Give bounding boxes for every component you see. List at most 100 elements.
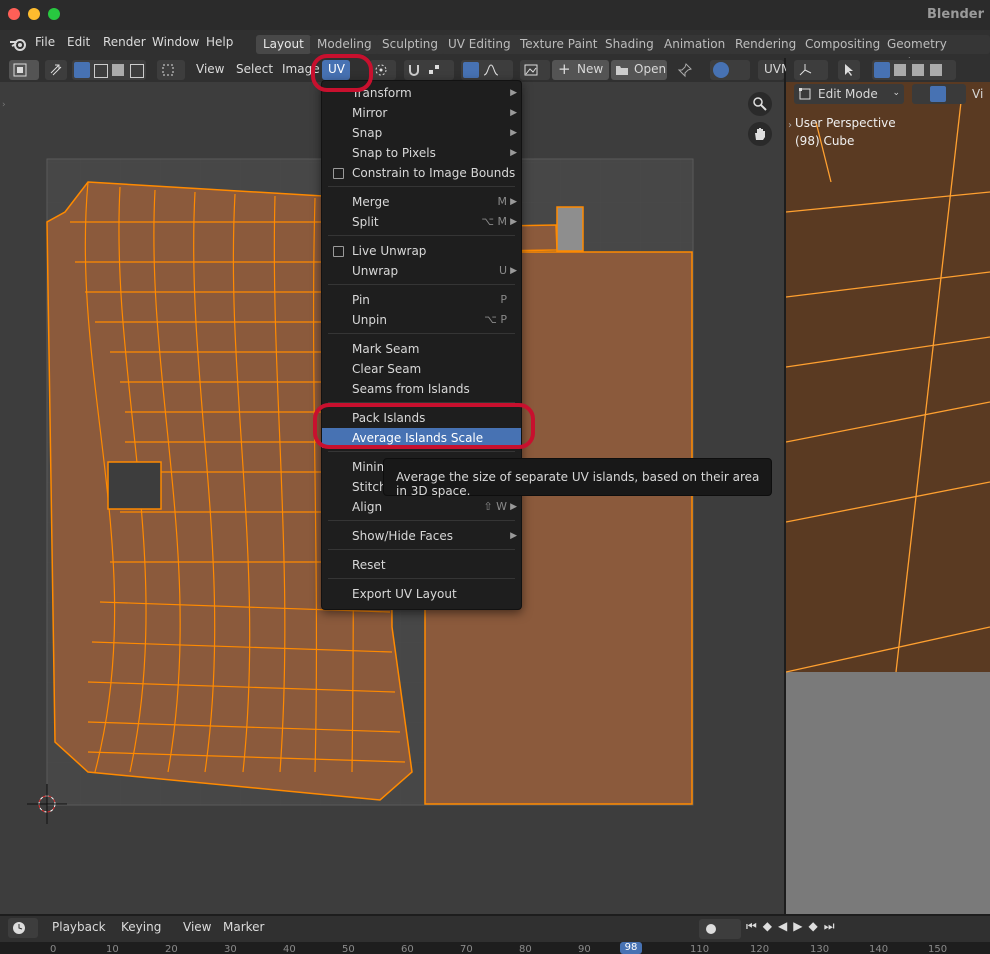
uv-menu-mark-seam[interactable]: Mark Seam (322, 339, 521, 359)
viewport-select-box-group[interactable] (872, 60, 956, 80)
timeline-editor-type-button[interactable] (8, 918, 38, 938)
tab-rendering[interactable]: Rendering (728, 35, 804, 54)
current-frame-indicator[interactable]: 98 (620, 942, 642, 954)
timeline-menu-playback[interactable]: Playback (52, 920, 106, 934)
uv-menu-unpin[interactable]: Unpin ⌥ P (322, 310, 521, 330)
tab-sculpting[interactable]: Sculpting (375, 35, 446, 54)
minimize-window-button[interactable] (28, 8, 40, 20)
new-image-button[interactable]: + New (552, 60, 609, 80)
menu-file[interactable]: File (35, 35, 55, 49)
uv-menu-seams-from-islands[interactable]: Seams from Islands (322, 379, 521, 399)
folder-icon (616, 66, 628, 75)
tooltip-text: Average the size of separate UV islands,… (396, 470, 760, 498)
tab-shading[interactable]: Shading (598, 35, 661, 54)
uv-menu-snap[interactable]: Snap ▶ (322, 123, 521, 143)
clock-icon (13, 922, 25, 934)
perspective-label: User Perspective (795, 116, 896, 130)
3d-viewport[interactable]: Edit Mode ⌄ Vi User Perspective (98) Cub… (786, 82, 990, 914)
vertex-select-icon[interactable] (74, 62, 90, 78)
face-select-icon[interactable] (112, 64, 124, 76)
ruler-tick: 80 (519, 944, 532, 954)
mesh-select-mode-group[interactable] (912, 84, 966, 104)
select-intersect-icon (930, 64, 942, 76)
auto-keying-button[interactable] (699, 919, 741, 939)
zoom-window-button[interactable] (48, 8, 60, 20)
menu-window[interactable]: Window (152, 35, 199, 49)
viewport-editor-type-button[interactable] (794, 60, 828, 80)
playback-controls[interactable]: ⏮◆◀▶◆⏭ (746, 919, 864, 939)
uv-menu-clear-seam[interactable]: Clear Seam (322, 359, 521, 379)
uv-menu-export-uv-layout[interactable]: Export UV Layout (322, 584, 521, 604)
tab-geometry-nodes[interactable]: Geometry Nodes (880, 35, 990, 70)
uv-menu-split[interactable]: Split ⌥ M ▶ (322, 212, 521, 232)
tab-uv-editing[interactable]: UV Editing (441, 35, 518, 54)
uv-menu-pin[interactable]: Pin P (322, 290, 521, 310)
uv-island-small[interactable] (556, 206, 584, 252)
timeline-ruler[interactable]: 0 10 20 30 40 50 60 70 80 90 98 110 120 … (0, 942, 990, 954)
ruler-tick: 40 (283, 944, 296, 954)
axes-icon (799, 64, 812, 76)
ruler-tick: 130 (810, 944, 830, 954)
overlays-button[interactable] (710, 60, 750, 80)
submenu-arrow-icon: ▶ (510, 217, 517, 227)
uv-menu-reset[interactable]: Reset (322, 555, 521, 575)
viewport-select-tool-button[interactable] (838, 60, 860, 80)
plus-icon: + (558, 60, 571, 78)
tab-animation[interactable]: Animation (657, 35, 733, 54)
menu-view[interactable]: View (196, 62, 224, 76)
uv-menu-live-unwrap[interactable]: Live Unwrap (322, 241, 521, 261)
menu-help[interactable]: Help (206, 35, 233, 49)
close-window-button[interactable] (8, 8, 20, 20)
image-browse-button[interactable] (520, 60, 550, 80)
uv-menu-unwrap[interactable]: Unwrap U ▶ (322, 261, 521, 281)
uv-editor-header: View Select Image UV + New Open UVM (0, 58, 791, 82)
uvmap-selector[interactable]: UVM (758, 60, 791, 80)
uv-menu-snap-to-pixels[interactable]: Snap to Pixels ▶ (322, 143, 521, 163)
uv-editor-icon (13, 63, 27, 77)
pin-icon[interactable] (677, 62, 693, 78)
uv-menu-show-hide-faces[interactable]: Show/Hide Faces ▶ (322, 526, 521, 546)
timeline-menu-keying[interactable]: Keying (121, 920, 161, 934)
sticky-select-icon (162, 64, 174, 76)
island-select-icon[interactable] (130, 64, 144, 78)
menu-divider (328, 284, 515, 285)
edge-select-icon[interactable] (94, 64, 108, 78)
pivot-point-button[interactable] (370, 60, 396, 80)
menu-divider (328, 578, 515, 579)
uv-menu-merge[interactable]: Merge M ▶ (322, 192, 521, 212)
submenu-arrow-icon: ▶ (510, 88, 517, 98)
timeline-menu-view[interactable]: View (183, 920, 211, 934)
editor-type-button[interactable] (9, 60, 39, 80)
tab-modeling[interactable]: Modeling (310, 35, 379, 54)
ruler-tick: 90 (578, 944, 591, 954)
tab-texture-paint[interactable]: Texture Paint (513, 35, 605, 54)
menu-select[interactable]: Select (236, 62, 273, 76)
sticky-selection-button[interactable] (157, 60, 185, 80)
tab-compositing[interactable]: Compositing (798, 35, 888, 54)
uv-menu-constrain-to-image-bounds[interactable]: Constrain to Image Bounds (322, 163, 521, 183)
menu-edit[interactable]: Edit (67, 35, 90, 49)
sync-selection-button[interactable] (45, 60, 67, 80)
timeline-menu-marker[interactable]: Marker (223, 920, 264, 934)
viewport-view-menu[interactable]: Vi (972, 87, 983, 101)
checkbox-icon (333, 168, 344, 179)
proportional-edit-group[interactable] (461, 60, 513, 80)
mode-selector[interactable]: Edit Mode ⌄ (794, 84, 904, 104)
uv-menu-align[interactable]: Align ⇧ W ▶ (322, 497, 521, 517)
select-extend-icon (894, 64, 906, 76)
zoom-view-button[interactable] (748, 92, 772, 116)
sidebar-expand-icon[interactable]: › (788, 120, 792, 131)
snapping-group[interactable] (404, 60, 454, 80)
pivot-icon (375, 64, 387, 76)
toolbar-expand-icon[interactable]: › (2, 100, 6, 110)
pan-view-button[interactable] (748, 122, 772, 146)
uv-menu-mirror[interactable]: Mirror ▶ (322, 103, 521, 123)
overlays-icon (713, 62, 729, 78)
blender-logo-icon[interactable] (9, 36, 27, 52)
tooltip: Average the size of separate UV islands,… (383, 458, 772, 498)
submenu-arrow-icon: ▶ (510, 108, 517, 118)
tab-layout[interactable]: Layout (256, 35, 311, 54)
menu-render[interactable]: Render (103, 35, 146, 49)
open-image-button[interactable]: Open (611, 60, 667, 80)
checkbox-icon (333, 246, 344, 257)
